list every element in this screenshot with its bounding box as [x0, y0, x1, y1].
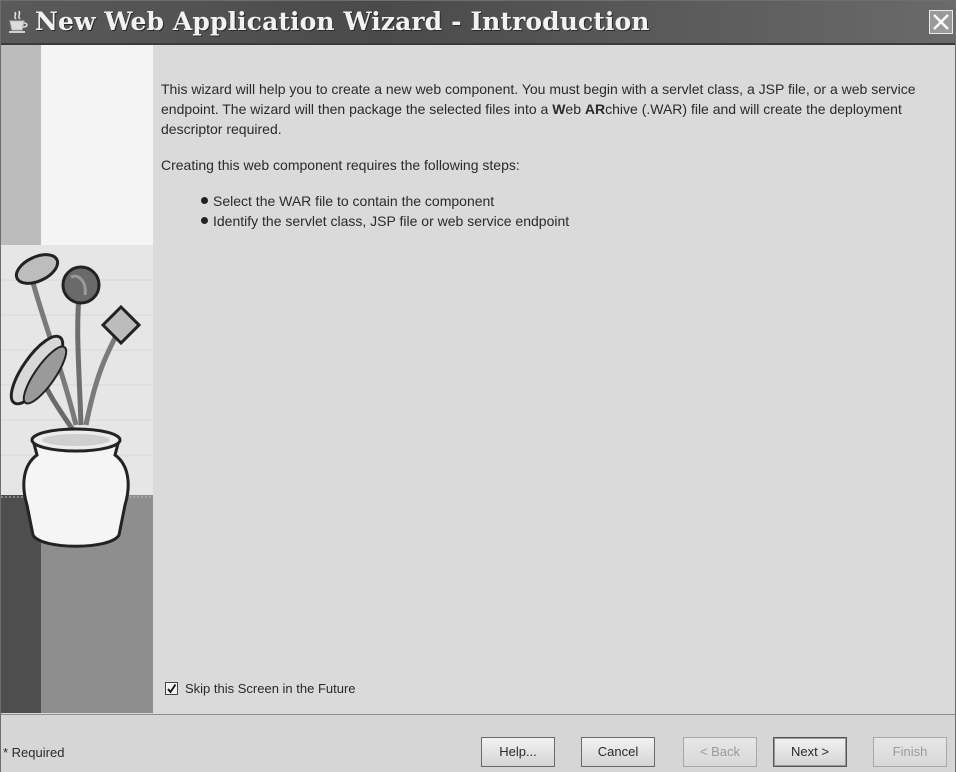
intro-text: This wizard will help you to create a ne… — [161, 79, 951, 139]
skip-screen-option[interactable]: Skip this Screen in the Future — [165, 681, 356, 696]
close-button[interactable] — [929, 10, 953, 34]
skip-checkbox[interactable] — [165, 682, 178, 695]
bullet-icon — [201, 217, 208, 224]
cancel-button[interactable]: Cancel — [581, 737, 655, 767]
steps-heading: Creating this web component requires the… — [161, 157, 520, 173]
intro-text-w: W — [552, 101, 566, 117]
wizard-illustration — [1, 45, 153, 713]
next-button[interactable]: Next > — [773, 737, 847, 767]
step-label: Select the WAR file to contain the compo… — [213, 193, 495, 209]
required-note: * Required — [3, 745, 65, 760]
help-button[interactable]: Help... — [481, 737, 555, 767]
finish-button[interactable]: Finish — [873, 737, 947, 767]
wizard-content: This wizard will help you to create a ne… — [153, 45, 955, 713]
back-button[interactable]: < Back — [683, 737, 757, 767]
steps-list: Select the WAR file to contain the compo… — [201, 191, 569, 231]
wizard-illustration-art — [1, 45, 153, 713]
step-item: Select the WAR file to contain the compo… — [201, 191, 569, 211]
step-label: Identify the servlet class, JSP file or … — [213, 213, 570, 229]
intro-text-ar: AR — [584, 101, 606, 117]
checkmark-icon — [167, 684, 177, 694]
bullet-icon — [201, 197, 208, 204]
close-icon — [933, 14, 949, 30]
window-title: New Web Application Wizard - Introductio… — [35, 7, 650, 36]
step-item: Identify the servlet class, JSP file or … — [201, 211, 569, 231]
skip-checkbox-label: Skip this Screen in the Future — [185, 681, 356, 696]
java-cup-icon — [9, 10, 28, 33]
title-bar[interactable]: New Web Application Wizard - Introductio… — [1, 1, 955, 45]
intro-text-eb: eb — [565, 101, 585, 117]
wizard-window: New Web Application Wizard - Introductio… — [0, 0, 956, 772]
wizard-footer: * Required Help... Cancel < Back Next > … — [1, 714, 955, 772]
